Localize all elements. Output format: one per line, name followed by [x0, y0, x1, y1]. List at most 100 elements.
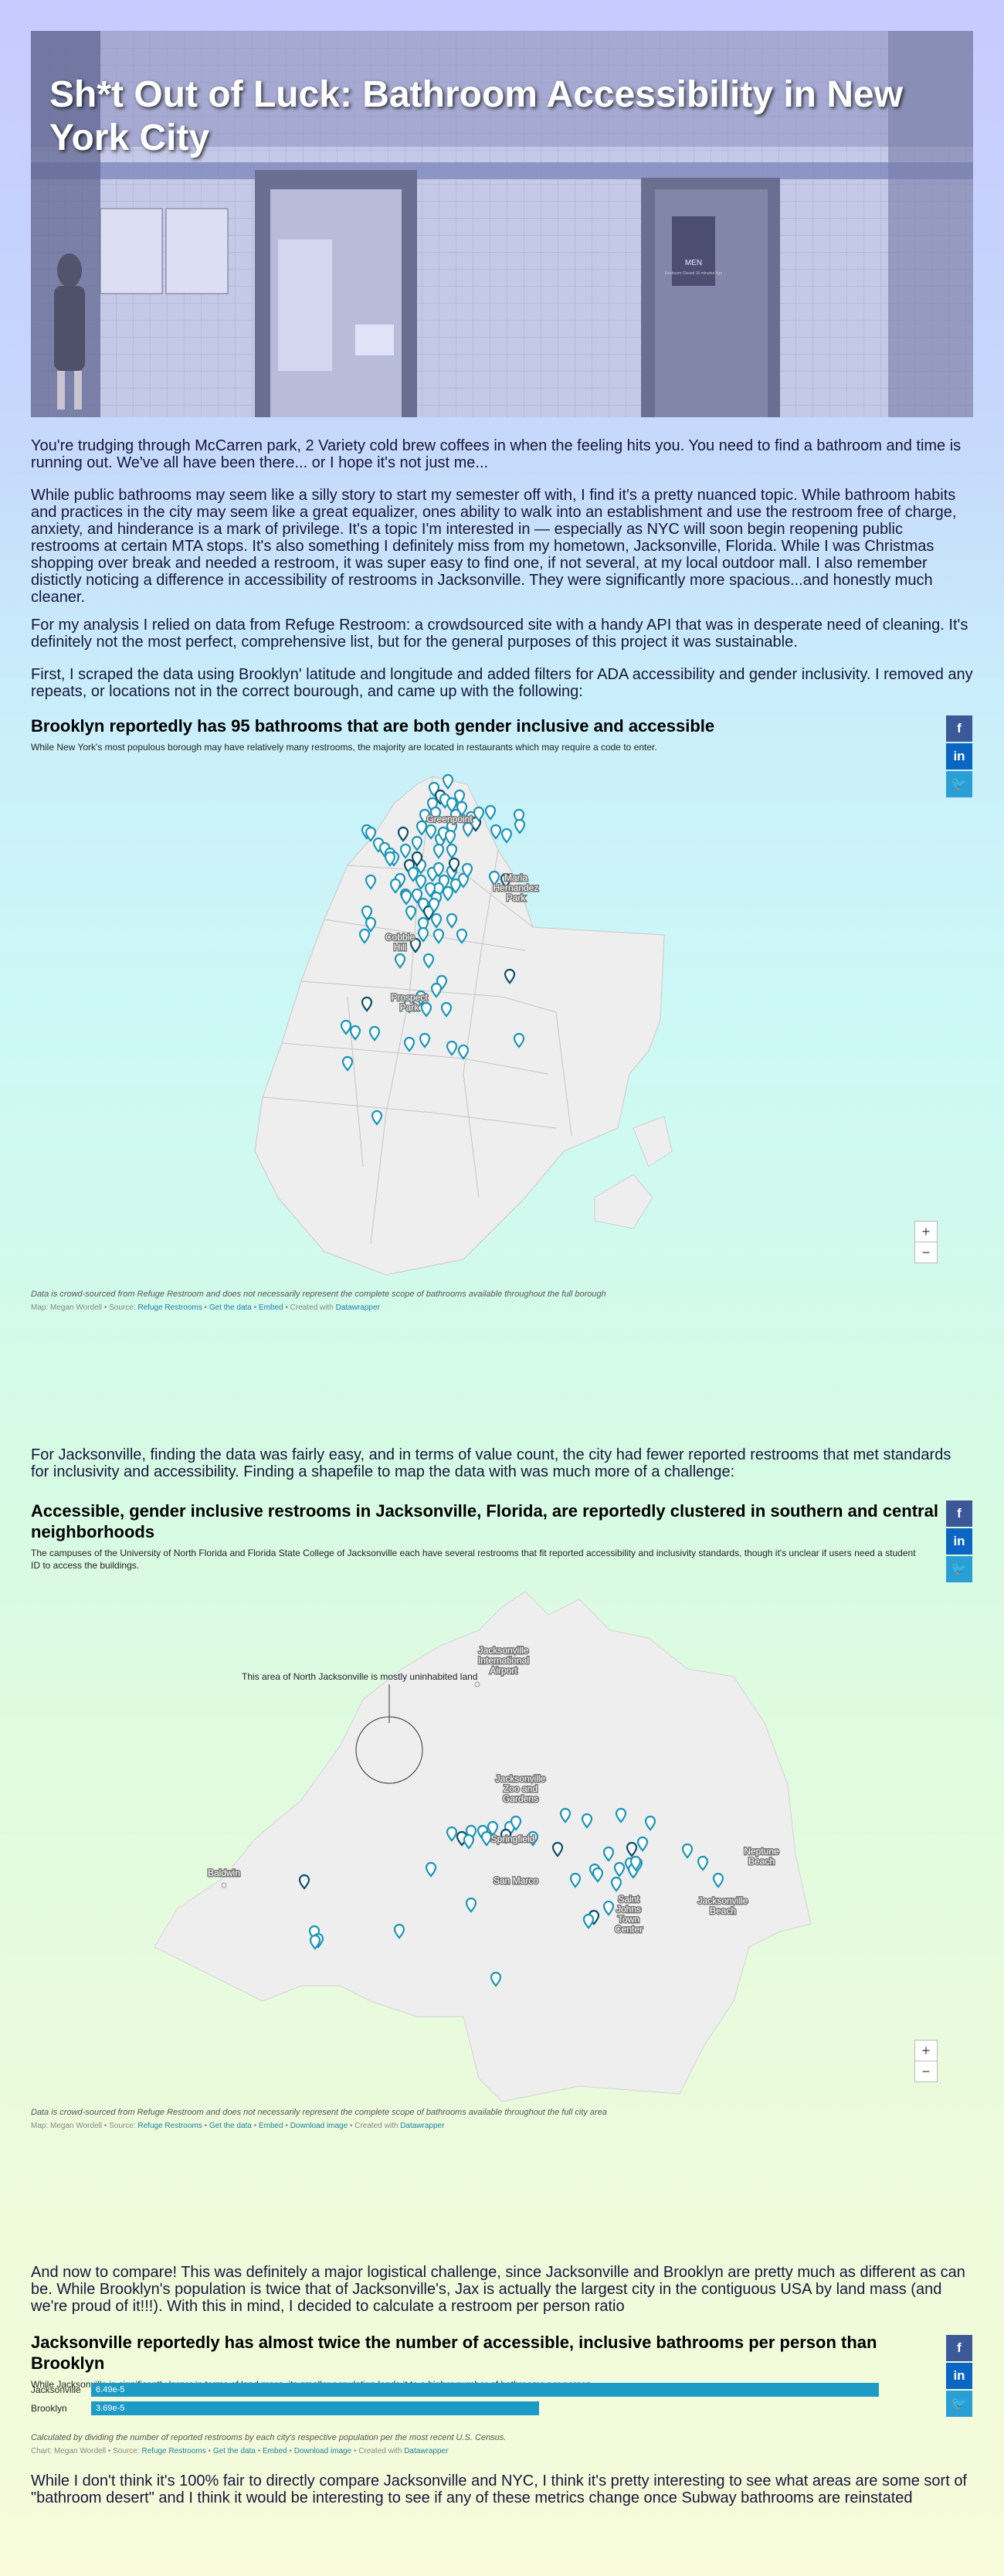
datawrapper-link[interactable]: Datawrapper: [336, 1303, 380, 1312]
prospect-label: Prospect: [391, 992, 428, 1003]
baldwin-label: Baldwin: [208, 1867, 240, 1878]
brooklyn-map-title: Brooklyn reportedly has 95 bathrooms tha…: [31, 716, 715, 736]
get-the-data-link[interactable]: Get the data: [213, 2447, 256, 2455]
get-the-data-link[interactable]: Get the data: [209, 1303, 252, 1312]
facebook-share-icon[interactable]: f: [946, 2335, 972, 2361]
comparison-chart-title: Jacksonville reportedly has almost twice…: [31, 2333, 877, 2373]
separator: •: [287, 2447, 294, 2455]
park-label: Park: [507, 892, 527, 903]
article-title: Sh*t Out of Luck: Bathroom Accessibility…: [49, 74, 904, 158]
restroom-pin-icon[interactable]: [500, 828, 513, 844]
refuge-restrooms-link[interactable]: Refuge Restrooms: [141, 2447, 205, 2455]
separator: •: [251, 1303, 259, 1312]
datawrapper-link[interactable]: Datawrapper: [400, 2122, 444, 2130]
separator: • Created with: [283, 1303, 336, 1312]
comparison-chart-block: Jacksonville reportedly has almost twice…: [31, 2332, 973, 2391]
zoom-out-button[interactable]: −: [914, 2061, 938, 2082]
zoo-label-1: Jacksonville: [496, 1773, 546, 1784]
bar-row: Jacksonville 6.49e-5: [31, 2383, 880, 2397]
download-image-link[interactable]: Download image: [290, 2122, 348, 2130]
comparison-bar-chart: Jacksonville 6.49e-5 Brooklyn 3.69e-5: [31, 2383, 880, 2417]
jacksonville-zoom-controls: + −: [914, 2040, 938, 2082]
paragraph-data-source: For my analysis I relied on data from Re…: [31, 617, 968, 651]
jax-beach-label-1: Jacksonville: [698, 1895, 748, 1906]
restroom-pin-icon[interactable]: [484, 804, 497, 821]
brooklyn-map-source: Map: Megan Wordell • Source: Refuge Rest…: [31, 1303, 973, 1313]
neptune-beach-label-1: Neptune: [744, 1846, 779, 1857]
zoom-in-button[interactable]: +: [914, 1221, 938, 1242]
separator: •: [255, 2447, 263, 2455]
twitter-share-icon[interactable]: 🐦: [946, 771, 972, 797]
jax-beach-label-2: Beach: [710, 1905, 736, 1916]
brooklyn-zoom-controls: + −: [914, 1221, 938, 1263]
source-prefix: Chart: Megan Wordell • Source:: [31, 2447, 142, 2455]
comparison-chart-source: Chart: Megan Wordell • Source: Refuge Re…: [31, 2446, 973, 2457]
separator: • Created with: [348, 2122, 401, 2130]
jacksonville-map[interactable]: This area of North Jacksonville is mostl…: [147, 1584, 826, 2102]
refuge-restrooms-link[interactable]: Refuge Restrooms: [137, 2122, 202, 2130]
separator: • Created with: [351, 2447, 405, 2455]
jacksonville-map-block: Accessible, gender inclusive restrooms i…: [31, 1500, 973, 1572]
restroom-pin-icon[interactable]: [514, 818, 526, 834]
paragraph-conclusion: While I don't think it's 100% fair to di…: [31, 2472, 967, 2506]
neptune-beach-label-2: Beach: [748, 1856, 775, 1867]
embed-link[interactable]: Embed: [259, 2122, 283, 2130]
hernandez-label: Hernandez: [494, 882, 539, 893]
airport-label-1: Jacksonville: [479, 1645, 529, 1656]
embed-link[interactable]: Embed: [259, 1303, 283, 1312]
linkedin-share-icon[interactable]: in: [946, 743, 972, 770]
bar-category-label: Brooklyn: [31, 2403, 67, 2414]
zoom-in-button[interactable]: +: [914, 2040, 938, 2061]
airport-label-3: Airport: [490, 1665, 517, 1676]
st-johns-label-2: Johns: [616, 1904, 641, 1915]
embed-link[interactable]: Embed: [263, 2447, 287, 2455]
maria-label: Maria: [504, 872, 527, 883]
annotation-text: This area of North Jacksonville is mostl…: [242, 1671, 477, 1682]
refuge-restrooms-link[interactable]: Refuge Restrooms: [137, 1303, 202, 1312]
jacksonville-map-notes: Data is crowd-sourced from Refuge Restro…: [31, 2108, 607, 2117]
prospect-park-label: Park: [400, 1002, 420, 1013]
jacksonville-map-source: Map: Megan Wordell • Source: Refuge Rest…: [31, 2121, 973, 2132]
share-buttons-jacksonville: f in 🐦: [946, 1500, 972, 1584]
linkedin-share-icon[interactable]: in: [946, 2363, 972, 2389]
cobble-label: Cobble: [385, 932, 415, 943]
twitter-share-icon[interactable]: 🐦: [946, 1556, 972, 1582]
springfield-label: Springfield: [491, 1833, 535, 1844]
linkedin-share-icon[interactable]: in: [946, 1528, 972, 1555]
brooklyn-map-notes: Data is crowd-sourced from Refuge Restro…: [31, 1290, 606, 1299]
st-johns-label-4: Center: [615, 1924, 643, 1935]
bar: 3.69e-5: [91, 2401, 539, 2415]
paragraph-context: While public bathrooms may seem like a s…: [31, 487, 957, 606]
brooklyn-map[interactable]: Greenpoint Maria Hernandez Park Cobble H…: [232, 765, 680, 1283]
separator: •: [283, 2122, 290, 2130]
download-image-link[interactable]: Download image: [294, 2447, 352, 2455]
restroom-pin-icon[interactable]: [490, 824, 502, 840]
bar-value-label: 3.69e-5: [96, 2404, 125, 2413]
twitter-share-icon[interactable]: 🐦: [946, 2391, 972, 2417]
hero-image: MEN Restroom Closed 10 minutes Ago Sh*t …: [31, 31, 973, 417]
bar-row: Brooklyn 3.69e-5: [31, 2401, 880, 2415]
bar-category-label: Jacksonville: [31, 2384, 81, 2395]
jacksonville-map-title: Accessible, gender inclusive restrooms i…: [31, 1501, 938, 1541]
source-prefix: Map: Megan Wordell • Source:: [31, 1303, 138, 1312]
jacksonville-land: [154, 1591, 812, 2102]
bar: 6.49e-5: [91, 2383, 879, 2397]
facebook-share-icon[interactable]: f: [946, 1500, 972, 1527]
zoo-label-2: Zoo and: [504, 1783, 538, 1794]
jacksonville-map-description: The campuses of the University of North …: [31, 1548, 916, 1571]
source-prefix: Map: Megan Wordell • Source:: [31, 2122, 138, 2130]
paragraph-intro: You're trudging through McCarren park, 2…: [31, 437, 962, 471]
facebook-share-icon[interactable]: f: [946, 715, 972, 742]
get-the-data-link[interactable]: Get the data: [209, 2122, 252, 2130]
zoo-label-3: Gardens: [503, 1793, 538, 1804]
brooklyn-map-block: Brooklyn reportedly has 95 bathrooms tha…: [31, 715, 973, 753]
bar-value-label: 6.49e-5: [96, 2385, 125, 2394]
st-johns-label-3: Town: [618, 1914, 639, 1925]
paragraph-jacksonville: For Jacksonville, finding the data was f…: [31, 1446, 951, 1480]
separator: •: [202, 2122, 209, 2130]
separator: •: [205, 2447, 213, 2455]
datawrapper-link[interactable]: Datawrapper: [404, 2447, 448, 2455]
airport-label-2: International: [478, 1655, 529, 1666]
zoom-out-button[interactable]: −: [914, 1242, 938, 1263]
st-johns-label-1: Saint: [618, 1894, 639, 1905]
